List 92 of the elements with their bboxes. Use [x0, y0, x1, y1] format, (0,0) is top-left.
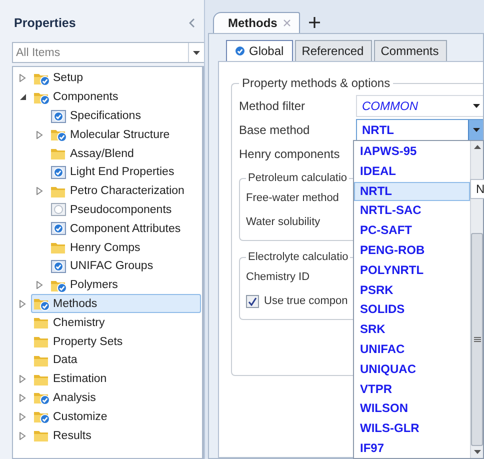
- tab[interactable]: Global: [226, 40, 293, 61]
- expand-arrow-icon[interactable]: [19, 432, 26, 440]
- list-option[interactable]: WILSON: [354, 399, 470, 420]
- expand-arrow-icon[interactable]: [19, 412, 26, 421]
- scroll-down-icon[interactable]: [474, 450, 480, 454]
- grip-icon: [474, 337, 480, 342]
- folder-icon: [50, 240, 67, 256]
- tree-item[interactable]: Methods: [31, 294, 201, 314]
- list-option[interactable]: UNIFAC: [354, 340, 470, 360]
- document-tab[interactable]: Methods: [213, 12, 300, 33]
- tree-item[interactable]: Setup: [31, 68, 88, 88]
- tree-item[interactable]: Molecular Structure: [48, 125, 174, 144]
- list-option[interactable]: POLYNRTL: [354, 260, 470, 281]
- tree-item[interactable]: Component Attributes: [48, 219, 185, 238]
- tree-item[interactable]: Components: [31, 88, 122, 107]
- collapse-arrow-icon[interactable]: [19, 93, 26, 102]
- dropdown-field[interactable]: NRTL: [356, 119, 483, 141]
- field-label: Henry components: [239, 147, 341, 161]
- tree-item[interactable]: Petro Characterization: [48, 182, 188, 201]
- tree-item[interactable]: Chemistry: [31, 313, 109, 332]
- scroll-up-icon[interactable]: [474, 145, 480, 149]
- folder-check-icon: [33, 296, 50, 312]
- dropdown-arrow-icon: [472, 104, 480, 108]
- dropdown-arrow-icon: [472, 128, 480, 132]
- tree-item[interactable]: Property Sets: [31, 332, 127, 352]
- dropdown-arrow-icon: [193, 50, 200, 54]
- folder-check-icon: [50, 127, 67, 142]
- tree-item[interactable]: Pseudocomponents: [48, 200, 176, 220]
- tree-item[interactable]: Specifications: [48, 106, 145, 126]
- list-option[interactable]: NRTL: [354, 182, 470, 202]
- list-option[interactable]: VTPR: [354, 380, 470, 400]
- folder-icon: [50, 146, 67, 162]
- collapse-icon[interactable]: [188, 18, 196, 28]
- form-icon: [50, 202, 67, 218]
- tree-item[interactable]: UNIFAC Groups: [48, 256, 158, 276]
- field-label: Chemistry ID: [246, 271, 311, 283]
- tree-item[interactable]: Results: [31, 426, 96, 446]
- list-option[interactable]: UNIQUAC: [354, 360, 470, 380]
- list-option[interactable]: PENG-ROB: [354, 240, 470, 261]
- list-option[interactable]: SOLIDS: [354, 300, 470, 320]
- checked-form-icon: [50, 164, 67, 180]
- checked-form-icon: [50, 108, 67, 124]
- checked-form-icon: [50, 221, 67, 236]
- panel-title: Properties: [14, 16, 76, 30]
- close-icon[interactable]: [283, 19, 292, 27]
- expand-arrow-icon[interactable]: [19, 375, 26, 384]
- field-label: Method filter: [239, 99, 306, 113]
- folder-icon: [33, 315, 50, 330]
- folder-check-icon: [33, 390, 50, 406]
- list-option[interactable]: WILS-GLR: [354, 419, 470, 439]
- field-label: Water solubility: [246, 216, 322, 228]
- folder-check-icon: [33, 409, 50, 424]
- scroll-thumb[interactable]: [471, 233, 483, 446]
- tab[interactable]: Referenced: [294, 40, 372, 61]
- tree-item[interactable]: Polymers: [48, 276, 122, 295]
- tree-item[interactable]: Customize: [31, 407, 112, 426]
- list-option[interactable]: NRTL-SAC: [354, 201, 470, 222]
- checkbox[interactable]: [246, 294, 259, 308]
- list-option[interactable]: IAPWS-95: [354, 142, 470, 162]
- scrollbar[interactable]: [470, 141, 483, 458]
- list-option[interactable]: PSRK: [354, 280, 470, 300]
- checkmark-icon: [248, 296, 257, 306]
- expand-arrow-icon[interactable]: [36, 187, 43, 196]
- group-title: Electrolyte calculatio: [247, 251, 350, 263]
- expand-arrow-icon[interactable]: [19, 300, 26, 308]
- folder-icon: [33, 428, 50, 444]
- field-label: Free-water method: [246, 192, 340, 204]
- filter-combo[interactable]: All Items: [12, 42, 204, 63]
- expand-arrow-icon[interactable]: [36, 130, 43, 139]
- group-title: Petroleum calculatio: [247, 172, 348, 184]
- tree-item[interactable]: Data: [31, 350, 82, 370]
- list-option[interactable]: IF97: [354, 438, 470, 459]
- tree-item[interactable]: Analysis: [31, 388, 100, 408]
- tree-item[interactable]: Light End Properties: [48, 162, 178, 182]
- list-option[interactable]: IDEAL: [354, 162, 470, 182]
- add-icon[interactable]: [308, 16, 322, 29]
- list-option[interactable]: PC-SAFT: [354, 221, 470, 241]
- checkbox-label: Use true compon: [264, 295, 349, 307]
- tooltip: N: [470, 179, 484, 199]
- tab[interactable]: Comments: [374, 40, 447, 61]
- group-title: Property methods & options: [241, 76, 392, 90]
- expand-arrow-icon[interactable]: [19, 394, 26, 402]
- checked-form-icon: [50, 258, 67, 274]
- expand-arrow-icon[interactable]: [36, 281, 43, 290]
- expand-arrow-icon[interactable]: [19, 74, 26, 82]
- tree-item[interactable]: Assay/Blend: [48, 144, 138, 164]
- dropdown-field[interactable]: COMMON: [356, 95, 483, 117]
- folder-icon: [33, 334, 50, 350]
- list-option[interactable]: SRK: [354, 320, 470, 340]
- field-label: Base method: [239, 123, 311, 137]
- tree-item[interactable]: Henry Comps: [48, 238, 144, 258]
- tree-item[interactable]: Estimation: [31, 370, 111, 389]
